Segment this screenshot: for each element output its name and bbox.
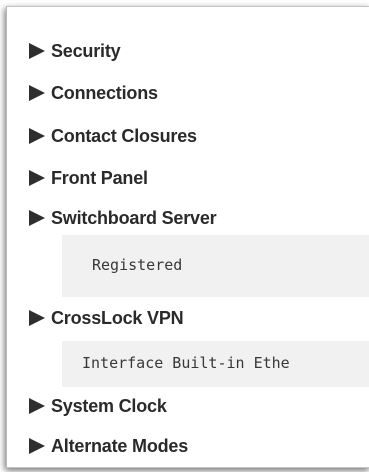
expand-triangle-icon[interactable] [29, 170, 45, 186]
expand-triangle-icon[interactable] [29, 398, 45, 414]
expand-triangle-icon[interactable] [29, 43, 45, 59]
expand-triangle-icon[interactable] [29, 210, 45, 226]
tree-item-label: Switchboard Server [51, 207, 217, 228]
tree-item-alternate-modes[interactable]: Alternate Modes [29, 432, 188, 460]
tree-item-label: Alternate Modes [51, 435, 189, 456]
switchboard-status-box: Registered [62, 235, 369, 297]
tree-item-contact-closures[interactable]: Contact Closures [29, 122, 197, 150]
expand-triangle-icon[interactable] [29, 310, 45, 326]
tree-item-label: System Clock [51, 395, 167, 416]
tree-item-switchboard-server[interactable]: Switchboard Server [29, 204, 217, 232]
tree-item-label: Front Panel [51, 167, 148, 188]
switchboard-status-text: Registered [92, 256, 183, 274]
crosslock-interface-box: Interface Built-in Ethe [62, 341, 369, 387]
tree-item-front-panel[interactable]: Front Panel [29, 164, 148, 192]
tree-item-security[interactable]: Security [29, 37, 121, 65]
expand-triangle-icon[interactable] [29, 438, 45, 454]
expand-triangle-icon[interactable] [29, 128, 45, 144]
tree-item-connections[interactable]: Connections [29, 79, 158, 107]
tree-item-crosslock-vpn[interactable]: CrossLock VPN [29, 304, 184, 332]
crosslock-interface-text: Interface Built-in Ethe [82, 354, 290, 372]
settings-tree-panel: Security Connections Contact Closures Fr… [6, 6, 369, 468]
tree-item-label: CrossLock VPN [51, 307, 184, 328]
tree-item-label: Connections [51, 82, 158, 103]
tree-item-system-clock[interactable]: System Clock [29, 392, 167, 420]
tree-item-label: Contact Closures [51, 125, 197, 146]
expand-triangle-icon[interactable] [29, 85, 45, 101]
tree-item-label: Security [51, 40, 121, 61]
